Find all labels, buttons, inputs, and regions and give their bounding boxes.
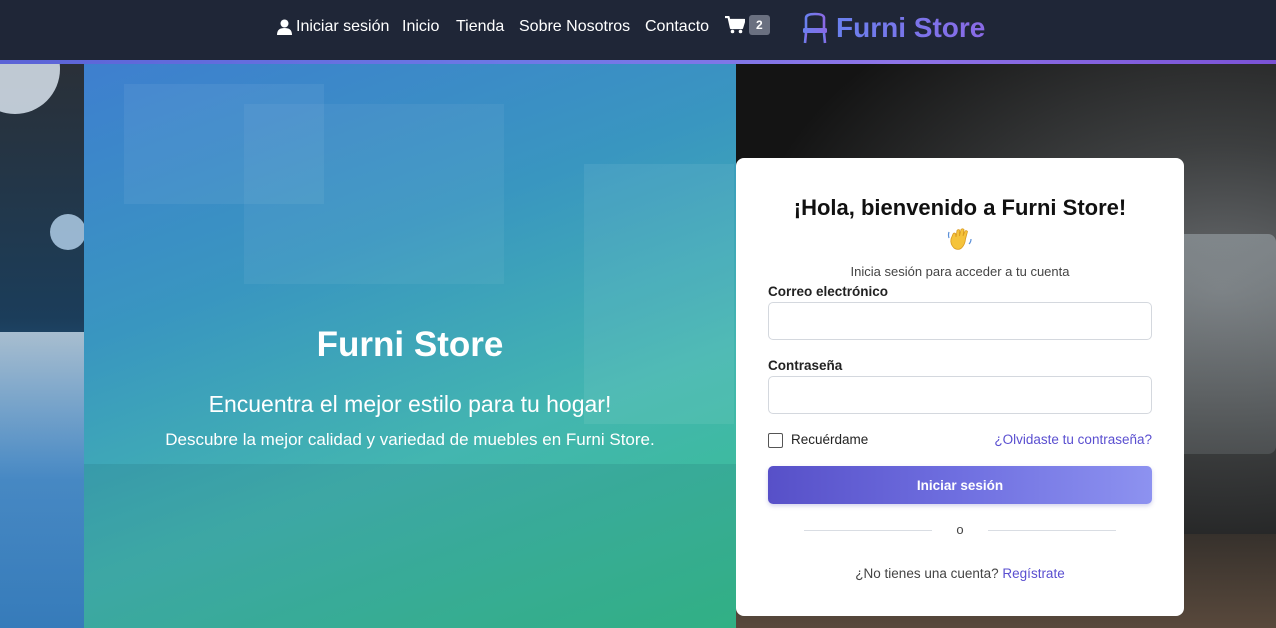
user-icon bbox=[277, 19, 292, 35]
hero-subtitle: Encuentra el mejor estilo para tu hogar! bbox=[208, 391, 612, 417]
brand-logo[interactable]: Furni Store bbox=[802, 10, 985, 46]
nav-login-link[interactable]: Iniciar sesión bbox=[277, 16, 389, 38]
background-left-panel bbox=[0, 332, 84, 628]
email-field[interactable] bbox=[768, 302, 1152, 340]
nav-tienda-link[interactable]: Tienda bbox=[456, 16, 504, 38]
hero-bg-shape bbox=[84, 464, 736, 628]
cart-count-badge: 2 bbox=[749, 15, 770, 35]
background-light-blob bbox=[0, 64, 60, 114]
cart-icon bbox=[725, 16, 745, 34]
chair-icon bbox=[803, 12, 827, 44]
login-card: ¡Hola, bienvenido a Furni Store! Inicia … bbox=[736, 158, 1184, 616]
nav-inicio-link[interactable]: Inicio bbox=[402, 16, 439, 38]
signup-prompt: ¿No tienes una cuenta? bbox=[855, 566, 999, 581]
hero-bg-shape bbox=[584, 164, 734, 424]
signup-link[interactable]: Regístrate bbox=[1002, 566, 1064, 581]
navbar: Iniciar sesión Inicio Tienda Sobre Nosot… bbox=[0, 0, 1276, 60]
brand-name: Furni Store bbox=[836, 10, 985, 46]
background-light-blob bbox=[50, 214, 86, 250]
nav-login-label: Iniciar sesión bbox=[296, 18, 390, 35]
hero-title: Furni Store bbox=[316, 325, 504, 364]
login-button[interactable]: Iniciar sesión bbox=[768, 466, 1152, 504]
login-subtitle: Inicia sesión para acceder a tu cuenta bbox=[850, 264, 1070, 279]
background-shelf-glow bbox=[1176, 234, 1276, 454]
remember-me-row: Recuérdame bbox=[768, 432, 868, 448]
remember-me-label[interactable]: Recuérdame bbox=[791, 432, 868, 448]
remember-me-checkbox[interactable] bbox=[768, 432, 783, 448]
signup-row: ¿No tienes una cuenta? Regístrate bbox=[736, 566, 1184, 582]
cart-button[interactable]: 2 bbox=[725, 15, 770, 35]
password-label: Contraseña bbox=[768, 358, 843, 373]
forgot-password-link[interactable]: ¿Olvidaste tu contraseña? bbox=[994, 432, 1152, 448]
hero-panel: Furni Store Encuentra el mejor estilo pa… bbox=[84, 64, 736, 628]
login-title: ¡Hola, bienvenido a Furni Store! bbox=[793, 195, 1127, 220]
hero-description: Descubre la mejor calidad y variedad de … bbox=[165, 430, 655, 449]
waving-hand-icon bbox=[947, 228, 972, 250]
nav-contacto-link[interactable]: Contacto bbox=[645, 16, 709, 38]
hero-bg-shape bbox=[244, 104, 504, 284]
divider-line bbox=[988, 530, 1116, 531]
password-field[interactable] bbox=[768, 376, 1152, 414]
background-left-area bbox=[0, 64, 86, 628]
email-label: Correo electrónico bbox=[768, 284, 889, 299]
nav-sobre-link[interactable]: Sobre Nosotros bbox=[519, 16, 630, 38]
divider: o bbox=[804, 522, 1116, 538]
